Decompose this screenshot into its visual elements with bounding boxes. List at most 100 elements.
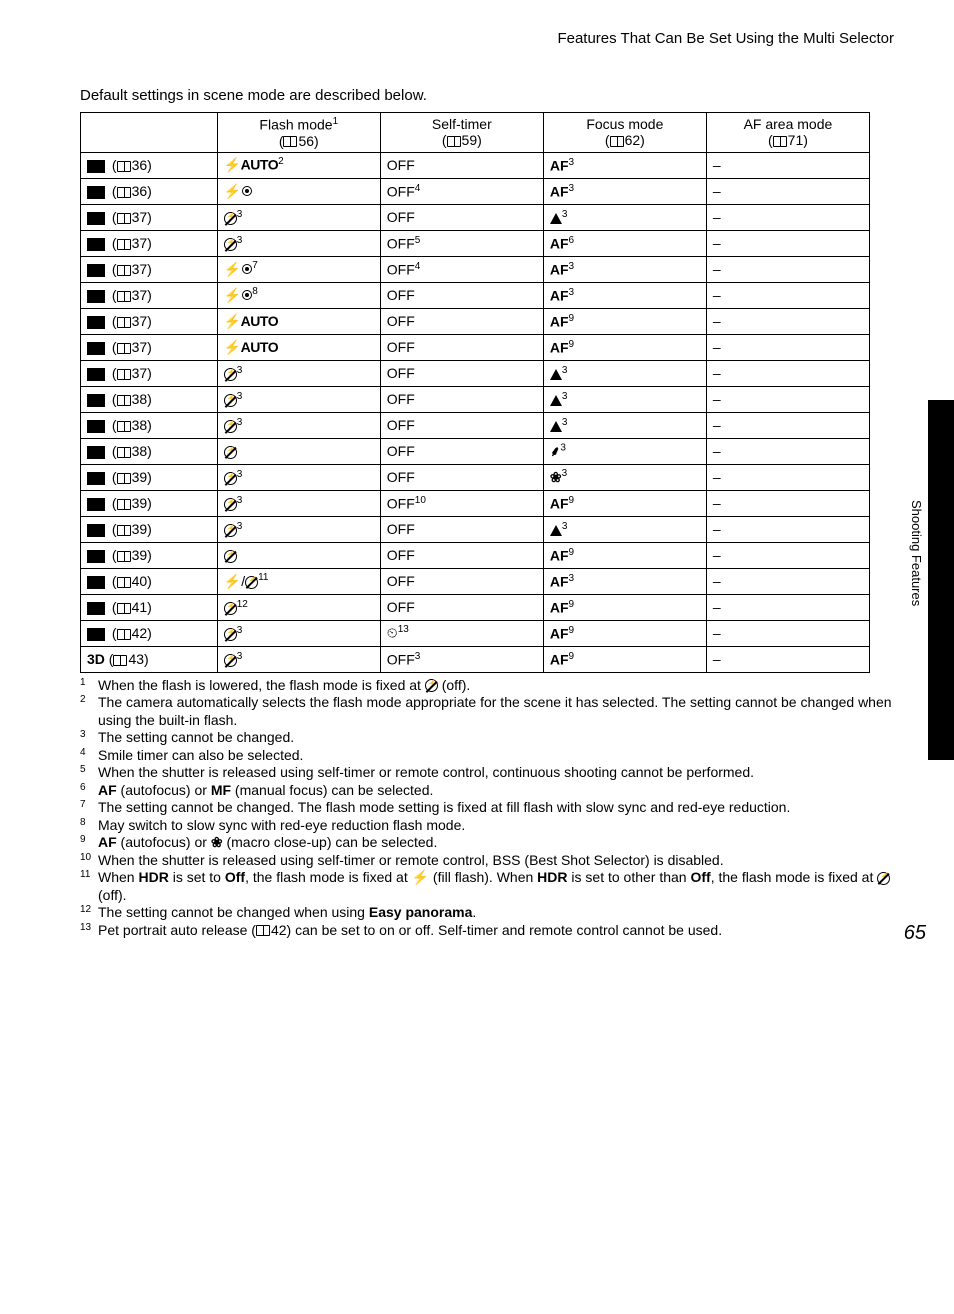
footnote: 12The setting cannot be changed when usi…	[80, 904, 894, 922]
flash-redeye-icon: ⚡	[224, 183, 252, 200]
book-icon	[447, 136, 461, 147]
flash-off-icon	[224, 394, 237, 407]
book-icon	[117, 239, 131, 250]
af-icon: AF	[550, 183, 569, 199]
table-row: 3D (43)3OFF3AF9–	[81, 646, 870, 672]
flash-off-icon	[224, 446, 237, 459]
book-icon	[117, 161, 131, 172]
table-row: (42)3⏲13AF9–	[81, 620, 870, 646]
af-icon: AF	[550, 157, 569, 173]
infinity-icon	[550, 421, 562, 432]
intro-text: Default settings in scene mode are descr…	[70, 87, 924, 104]
flash-off-icon	[224, 238, 237, 251]
table-row: (40)⚡/11OFFAF3–	[81, 568, 870, 594]
table-row: (41)12OFFAF9–	[81, 594, 870, 620]
scene-snow-icon	[87, 342, 105, 355]
flash-off-icon	[224, 212, 237, 225]
footnote: 9AF (autofocus) or ❀ (macro close-up) ca…	[80, 834, 894, 852]
footnote: 7The setting cannot be changed. The flas…	[80, 799, 894, 817]
flash-auto-icon: ⚡AUTO	[224, 157, 278, 173]
book-icon	[117, 525, 131, 536]
footnote: 13Pet portrait auto release (42) can be …	[80, 922, 894, 940]
scene-dusk-icon	[87, 394, 105, 407]
scene-museum-icon	[87, 498, 105, 511]
footnote: 11When HDR is set to Off, the flash mode…	[80, 869, 894, 904]
scene-backlight-icon	[87, 576, 105, 589]
table-row: (39)3OFF3–	[81, 516, 870, 542]
book-icon	[256, 925, 270, 936]
flash-off-icon	[224, 420, 237, 433]
af-icon: AF	[550, 547, 569, 563]
flash-fill-icon: ⚡	[412, 869, 429, 885]
book-icon	[117, 343, 131, 354]
scene-3d-icon: 3D	[87, 651, 105, 667]
af-icon: AF	[550, 651, 569, 667]
flash-off-icon	[224, 628, 237, 641]
book-icon	[117, 317, 131, 328]
macro-closeup-icon: ❀	[211, 834, 223, 852]
infinity-icon	[550, 369, 562, 380]
table-row: (37)3OFF3–	[81, 204, 870, 230]
af-icon: AF	[550, 573, 569, 589]
flash-off-icon	[425, 679, 438, 692]
af-icon: AF	[550, 495, 569, 511]
book-icon	[117, 577, 131, 588]
flash-off-icon	[224, 498, 237, 511]
table-row: (39)3OFF❀3–	[81, 464, 870, 490]
footnote: 8May switch to slow sync with red-eye re…	[80, 817, 894, 835]
side-label: Shooting Features	[909, 500, 924, 606]
footnote: 4Smile timer can also be selected.	[80, 747, 894, 765]
flash-fill-or-off-icon: ⚡/	[224, 573, 258, 589]
flash-off-icon	[877, 872, 890, 885]
book-icon	[117, 291, 131, 302]
flash-off-icon	[224, 550, 237, 563]
scene-food-icon	[87, 472, 105, 485]
book-icon	[610, 136, 624, 147]
af-icon: AF	[550, 261, 569, 277]
col-focus: Focus mode(62)	[543, 113, 706, 153]
book-icon	[117, 629, 131, 640]
footnote: 6AF (autofocus) or MF (manual focus) can…	[80, 782, 894, 800]
table-row: (38)3OFF3–	[81, 386, 870, 412]
infinity-icon	[550, 395, 562, 406]
table-row: (39)OFFAF9–	[81, 542, 870, 568]
flash-redeye-icon: ⚡	[224, 287, 252, 304]
book-icon	[117, 213, 131, 224]
scene-pet-icon	[87, 628, 105, 641]
pet-release-icon: ⏲	[387, 625, 398, 641]
book-icon	[117, 499, 131, 510]
footnote: 3The setting cannot be changed.	[80, 729, 894, 747]
scene-scene-auto-icon	[87, 160, 105, 173]
page-number: 65	[904, 922, 926, 945]
book-icon	[113, 655, 127, 666]
table-row: (38)OFF⸙3–	[81, 438, 870, 464]
scene-panorama-icon	[87, 602, 105, 615]
section-header: Features That Can Be Set Using the Multi…	[70, 30, 924, 47]
col-afarea: AF area mode(71)	[706, 113, 869, 153]
flash-auto-icon: ⚡AUTO	[224, 313, 278, 329]
scene-party-icon	[87, 290, 105, 303]
settings-table: Flash mode1(56)Self-timer(59)Focus mode(…	[80, 112, 870, 673]
footnotes: 1When the flash is lowered, the flash mo…	[70, 677, 924, 940]
table-row: (38)3OFF3–	[81, 412, 870, 438]
side-tab	[928, 400, 954, 760]
book-icon	[117, 603, 131, 614]
flash-redeye-icon: ⚡	[224, 261, 252, 278]
book-icon	[773, 136, 787, 147]
book-icon	[117, 265, 131, 276]
book-icon	[117, 187, 131, 198]
col-timer: Self-timer(59)	[380, 113, 543, 153]
scene-fireworks-icon	[87, 524, 105, 537]
flash-off-icon	[224, 524, 237, 537]
flash-off-icon	[224, 602, 237, 615]
col-flash: Flash mode1(56)	[217, 113, 380, 153]
af-icon: AF	[550, 339, 569, 355]
table-row: (36)⚡AUTO2OFFAF3–	[81, 152, 870, 178]
book-icon	[117, 473, 131, 484]
footnote: 5When the shutter is released using self…	[80, 764, 894, 782]
book-icon	[117, 395, 131, 406]
book-icon	[117, 447, 131, 458]
af-icon: AF	[550, 599, 569, 615]
af-icon: AF	[550, 625, 569, 641]
infinity-icon	[550, 213, 562, 224]
